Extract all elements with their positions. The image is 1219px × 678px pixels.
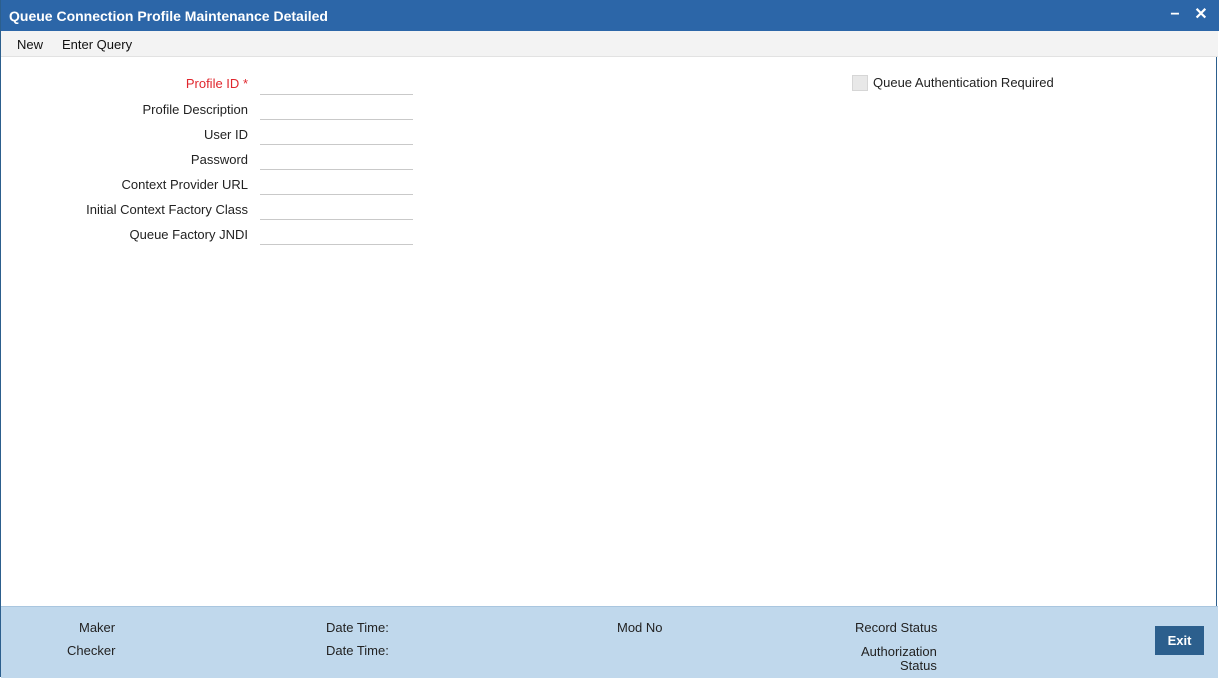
checker-datetime-label: Date Time:: [326, 643, 389, 658]
maker-label: Maker: [79, 620, 116, 635]
profile-id-input[interactable]: [260, 74, 413, 95]
user-id-label: User ID: [203, 127, 248, 142]
checker-label: Checker: [67, 643, 116, 658]
password-label: Password: [190, 152, 248, 167]
queue-factory-jndi-label: Queue Factory JNDI: [129, 227, 249, 242]
menu-bar: New Enter Query: [1, 31, 1218, 57]
profile-description-input[interactable]: [260, 99, 413, 120]
mod-no-label: Mod No: [617, 620, 663, 635]
profile-description-label: Profile Description: [142, 102, 249, 117]
main-window: Queue Connection Profile Maintenance Det…: [0, 0, 1219, 678]
required-marker: *: [242, 76, 248, 91]
initial-context-factory-class-label: Initial Context Factory Class: [86, 202, 248, 217]
initial-context-factory-class-input[interactable]: [260, 199, 413, 220]
exit-button[interactable]: Exit: [1155, 626, 1204, 655]
context-provider-url-input[interactable]: [260, 174, 413, 195]
profile-id-label-text: Profile ID: [185, 76, 240, 91]
close-icon[interactable]: ✕: [1191, 5, 1211, 25]
menu-enter-query[interactable]: Enter Query: [62, 37, 132, 52]
authorization-label: Authorization: [861, 644, 937, 659]
record-status-label: Record Status: [855, 620, 938, 635]
minimize-icon[interactable]: −: [1165, 5, 1185, 25]
context-provider-url-label: Context Provider URL: [121, 177, 248, 192]
queue-factory-jndi-input[interactable]: [260, 224, 413, 245]
queue-auth-label: Queue Authentication Required: [873, 75, 1054, 90]
user-id-input[interactable]: [260, 124, 413, 145]
window-title: Queue Connection Profile Maintenance Det…: [9, 8, 328, 24]
title-bar: Queue Connection Profile Maintenance Det…: [1, 0, 1219, 31]
menu-new[interactable]: New: [17, 37, 43, 52]
maker-datetime-label: Date Time:: [326, 620, 389, 635]
audit-footer: Maker Checker Date Time: Date Time: Mod …: [1, 606, 1218, 678]
password-input[interactable]: [260, 149, 413, 170]
queue-auth-checkbox[interactable]: [852, 75, 868, 91]
authorization-status-label: Status: [900, 658, 937, 673]
profile-id-label: Profile ID *: [1, 76, 248, 91]
